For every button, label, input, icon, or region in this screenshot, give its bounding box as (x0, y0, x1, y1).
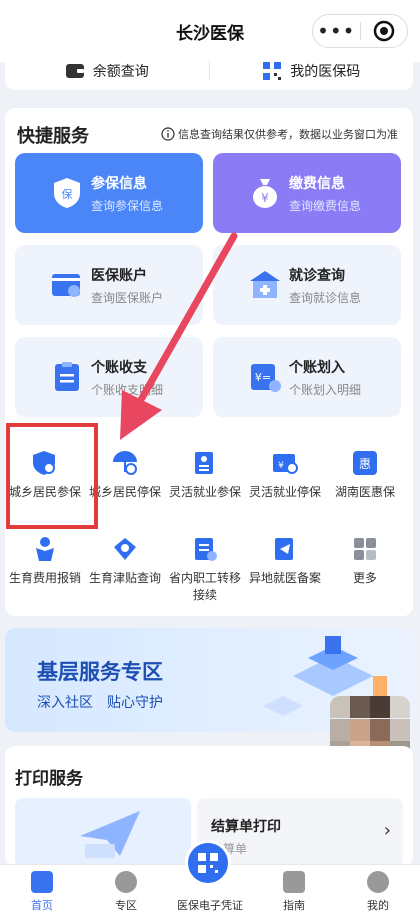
more-services-item[interactable]: 更多 (325, 534, 405, 587)
maternity-reimburse-item[interactable]: 生育费用报销 (5, 534, 85, 587)
home-icon (31, 871, 53, 893)
mini-program-capsule: ••• (312, 14, 408, 48)
allowance-icon (114, 538, 136, 560)
hospital-icon (250, 271, 280, 298)
flexible-employ-enroll-item[interactable]: 灵活就业参保 (165, 448, 245, 501)
shield-insurance-icon: 保 (54, 178, 80, 208)
print-service-title: 打印服务 (15, 769, 83, 789)
account-card-icon (52, 274, 80, 297)
money-bag-icon: ¥ (253, 179, 277, 208)
my-medical-code-label: 我的医保码 (290, 64, 361, 80)
umbrella-stop-icon (113, 451, 137, 475)
payment-info-tile[interactable]: ¥ 缴费信息 查询缴费信息 (213, 153, 401, 233)
flexible-employ-stop-item[interactable]: ¥ 灵活就业停保 (245, 448, 325, 501)
baby-icon (36, 537, 54, 561)
hui-icon: 惠 (353, 451, 377, 475)
hunan-yihui-insurance-item[interactable]: 惠 湖南医惠保 (325, 448, 405, 501)
plane-doc-icon (275, 538, 293, 560)
more-grid-icon (354, 538, 376, 560)
top-links-card: 余额查询 我的医保码 (5, 52, 413, 90)
svg-text:¥=: ¥= (255, 371, 271, 384)
quick-services-title: 快捷服务 (17, 126, 89, 147)
province-transfer-item[interactable]: 省内职工转移接续 (165, 534, 245, 604)
person-doc-icon (195, 452, 213, 474)
remote-medical-filing-item[interactable]: 异地就医备案 (245, 534, 325, 587)
print-illustration (15, 798, 191, 868)
data-notice: 信息查询结果仅供参考，数据以业务窗口为准 (161, 126, 398, 142)
card-stop-icon: ¥ (273, 454, 298, 474)
maternity-allowance-item[interactable]: 生育津贴查询 (85, 534, 165, 587)
tab-guide[interactable]: 指南 (252, 865, 336, 918)
svg-text:¥: ¥ (278, 461, 284, 471)
balance-query-label: 余额查询 (92, 64, 149, 80)
svg-text:¥: ¥ (261, 191, 269, 205)
clipboard-icon (55, 362, 79, 391)
paper-plane-icon (80, 811, 140, 858)
balance-query-link[interactable]: 余额查询 (5, 61, 209, 81)
qrcode-icon (263, 62, 282, 80)
banner-subtitle: 深入社区 贴心守护 (37, 695, 163, 711)
svg-text:惠: 惠 (359, 457, 371, 471)
wallet-icon (65, 64, 84, 78)
banner-title: 基层服务专区 (37, 660, 163, 684)
account-transfer-in-tile[interactable]: ¥= 个账划入 个账划入明细 (213, 337, 401, 417)
guide-icon (283, 871, 305, 893)
highlight-box (6, 423, 98, 529)
info-icon (161, 127, 175, 141)
close-miniprogram-button[interactable] (360, 20, 407, 42)
chevron-right-icon: › (383, 820, 391, 841)
tab-mine[interactable]: 我的 (336, 865, 420, 918)
annotation-arrow (120, 232, 238, 440)
transfer-in-icon: ¥= (251, 364, 281, 392)
user-icon (367, 871, 389, 893)
more-menu-button[interactable]: ••• (313, 16, 360, 46)
svg-text:保: 保 (62, 187, 73, 201)
transfer-doc-icon (195, 538, 217, 561)
page-title: 长沙医保 (176, 23, 244, 44)
insurance-info-tile[interactable]: 保 参保信息 查询参保信息 (15, 153, 203, 233)
e-voucher-button[interactable] (185, 840, 231, 886)
target-icon (373, 20, 394, 42)
tab-home[interactable]: 首页 (0, 865, 84, 918)
location-icon (115, 871, 137, 893)
visit-query-tile[interactable]: 就诊查询 查询就诊信息 (213, 245, 401, 325)
my-medical-code-link[interactable]: 我的医保码 (210, 61, 414, 81)
qrcode-icon (198, 853, 218, 873)
tab-zone[interactable]: 专区 (84, 865, 168, 918)
